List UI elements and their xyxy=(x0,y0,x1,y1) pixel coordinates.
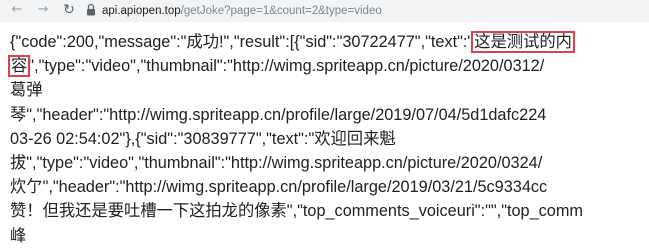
json-text: {"code":200,"message":"成功!","result":[{"… xyxy=(10,33,474,51)
reload-icon[interactable]: ↻ xyxy=(60,1,78,19)
json-text: 琴","header":"http://wimg.spriteapp.cn/pr… xyxy=(10,105,547,124)
json-line: 容","type":"video","thumbnail":"http://wi… xyxy=(7,54,649,78)
address-bar[interactable]: api.apiopen.top/getJoke?page=1&count=2&t… xyxy=(102,0,382,22)
json-text: 峰 xyxy=(10,226,27,245)
json-text: 03-26 02:54:02"},{"sid":"30839777","text… xyxy=(10,129,396,148)
highlighted-text: 容 xyxy=(7,55,31,78)
json-text: ","type":"video","thumbnail":"http://wim… xyxy=(28,57,545,76)
json-line: 炊亇","header":"http://wimg.spriteapp.cn/p… xyxy=(10,175,649,199)
lock-icon[interactable] xyxy=(86,3,96,17)
json-line: 葛弹 xyxy=(10,78,649,102)
json-text: 拔","type":"video","thumbnail":"http://wi… xyxy=(10,153,543,172)
browser-toolbar: ← → ↻ api.apiopen.top/getJoke?page=1&cou… xyxy=(0,0,649,22)
forward-arrow-icon[interactable]: → xyxy=(34,1,52,19)
json-text: 赞！但我还是要吐槽一下这拍龙的像素","top_comments_voiceur… xyxy=(10,202,583,221)
json-line: 拔","type":"video","thumbnail":"http://wi… xyxy=(10,151,649,175)
json-response-body: {"code":200,"message":"成功!","result":[{"… xyxy=(7,30,649,248)
url-host: api.apiopen.top xyxy=(102,5,181,17)
json-line: 03-26 02:54:02"},{"sid":"30839777","text… xyxy=(10,127,649,151)
json-line: 峰 xyxy=(10,224,649,248)
url-path: /getJoke?page=1&count=2&type=video xyxy=(180,5,382,17)
json-line: 赞！但我还是要吐槽一下这拍龙的像素","top_comments_voiceur… xyxy=(10,199,649,223)
highlighted-text: 这是测试的内 xyxy=(471,31,575,53)
back-arrow-icon[interactable]: ← xyxy=(8,1,26,19)
json-line: {"code":200,"message":"成功!","result":[{"… xyxy=(10,30,649,54)
json-line: 琴","header":"http://wimg.spriteapp.cn/pr… xyxy=(10,103,649,127)
json-text: 葛弹 xyxy=(10,81,43,100)
json-text: 炊亇","header":"http://wimg.spriteapp.cn/p… xyxy=(10,178,548,197)
